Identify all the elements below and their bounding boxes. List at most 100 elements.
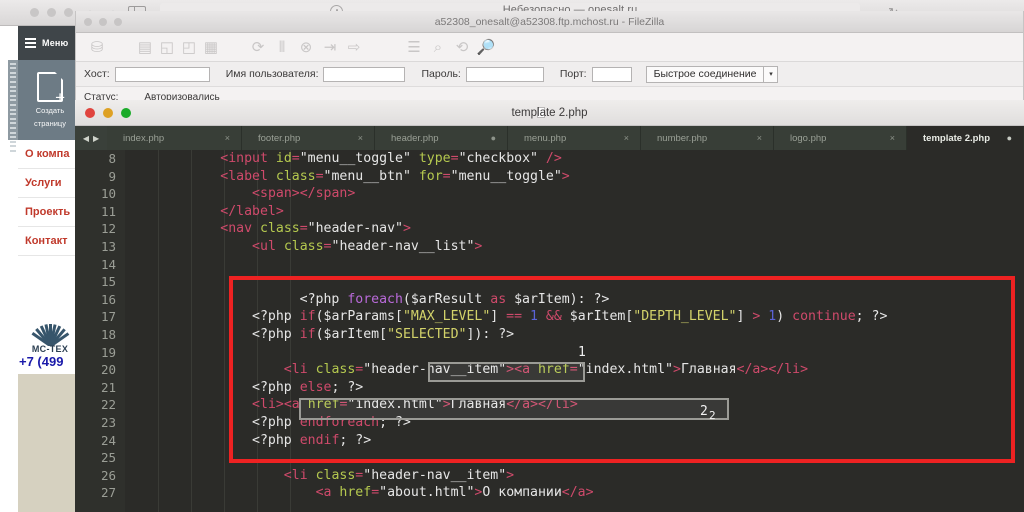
code-line[interactable]: <nav class="header-nav">	[125, 220, 1024, 238]
code-line[interactable]: <li><a href="index.html">Главная</a></li…	[125, 396, 1024, 414]
tab-scroll-right-icon[interactable]: ▶	[93, 134, 99, 143]
annotation-marker-1: 1	[578, 345, 586, 360]
search-remote-files-icon[interactable]: 🔎	[474, 40, 498, 55]
code-line[interactable]: <?php endforeach; ?>	[125, 414, 1024, 432]
sidebar-item-services[interactable]: Услуги	[18, 169, 82, 198]
screenshot-root: ‹ › Небезопасно — onesalt.ru ↻ Меню Созд…	[0, 0, 1024, 512]
refresh-icon[interactable]: ⟳	[246, 40, 270, 55]
editor-tab-bar: ◀ ▶ index.php × footer.php × header.php …	[75, 126, 1024, 150]
toggle-message-log-icon[interactable]: ▦	[200, 40, 222, 55]
editor-titlebar: template 2.php	[75, 100, 1024, 126]
close-icon[interactable]	[30, 8, 39, 17]
host-input[interactable]	[114, 66, 210, 82]
sidebar-item-projects[interactable]: Проекть	[18, 198, 82, 227]
site-phone[interactable]: +7 (499	[18, 354, 82, 374]
zoom-icon[interactable]	[64, 8, 73, 17]
process-queue-icon[interactable]: ⫴	[270, 40, 294, 55]
filezilla-quickconnect-bar: Хост: Имя пользователя: Пароль: Порт: Бы…	[76, 62, 1023, 87]
tab-label: header.php	[391, 132, 439, 144]
sidebar-item-contacts[interactable]: Контакт	[18, 227, 82, 256]
password-label: Пароль:	[421, 68, 461, 80]
disconnect-icon[interactable]: ⇥	[318, 40, 342, 55]
chevron-down-icon[interactable]: ▾	[764, 65, 779, 83]
code-line[interactable]	[125, 256, 1024, 274]
password-input[interactable]	[465, 66, 544, 82]
line-number-gutter: 8 9 10 11 12 13 14 15 16 17 18 19 20 21 22 23 24 25 26 27	[75, 150, 125, 512]
create-page-button[interactable]: Создать страницу	[18, 60, 82, 140]
code-line[interactable]: </label>	[125, 203, 1024, 221]
filezilla-title: a52308_onesalt@a52308.ftp.mchost.ru - Fi…	[434, 16, 665, 28]
code-line[interactable]	[125, 344, 1024, 362]
sidebar-rail	[8, 60, 18, 152]
cancel-icon[interactable]: ⊗	[294, 40, 318, 55]
code-line[interactable]: <?php else; ?>	[125, 379, 1024, 397]
username-label: Имя пользователя:	[225, 68, 319, 80]
tab-index-php[interactable]: index.php ×	[107, 126, 242, 150]
new-page-icon	[37, 71, 65, 106]
line-number: 17	[100, 309, 116, 325]
code-line[interactable]	[125, 273, 1024, 291]
code-editor-window: template 2.php ◀ ▶ index.php × footer.ph…	[75, 100, 1024, 512]
code-line[interactable]: <li class="header-nav__item">	[125, 467, 1024, 485]
code-line[interactable]: <a href="about.html">О компании</a>	[125, 484, 1024, 502]
close-icon[interactable]: ×	[757, 133, 762, 143]
tab-scroll-left-icon[interactable]: ◀	[83, 134, 89, 143]
line-number: 15	[100, 274, 116, 290]
tab-logo-php[interactable]: logo.php ×	[774, 126, 907, 150]
close-icon[interactable]: ×	[225, 133, 230, 143]
site-menu-button[interactable]: Меню	[18, 26, 82, 60]
minimize-icon[interactable]	[47, 8, 56, 17]
port-label: Порт:	[559, 68, 587, 80]
close-icon[interactable]: ×	[358, 133, 363, 143]
line-number: 14	[100, 256, 116, 272]
code-line[interactable]: <li class="header-nav__item"><a href="in…	[125, 361, 1024, 379]
sidebar-item-label: Проекть	[25, 206, 71, 218]
tab-scroll-buttons[interactable]: ◀ ▶	[75, 126, 107, 150]
compare-directories-icon[interactable]: ⌕	[426, 40, 450, 55]
code-line[interactable]: <?php endif; ?>	[125, 432, 1024, 450]
code-line[interactable]: <input id="menu__toggle" type="checkbox"…	[125, 150, 1024, 168]
safari-traffic-lights[interactable]	[30, 8, 73, 17]
code-content[interactable]: <input id="menu__toggle" type="checkbox"…	[125, 150, 1024, 512]
quick-connect-button[interactable]: Быстрое соединение	[645, 65, 765, 83]
toggle-local-tree-icon[interactable]: ▤	[134, 40, 156, 55]
code-line[interactable]: <ul class="header-nav__list">	[125, 238, 1024, 256]
tab-header-php[interactable]: header.php ●	[375, 126, 508, 150]
username-input[interactable]	[323, 66, 406, 82]
toggle-remote-tree-icon[interactable]: ◱	[156, 40, 178, 55]
line-number: 16	[100, 291, 116, 307]
code-line[interactable]: <label class="menu__btn" for="menu__togg…	[125, 168, 1024, 186]
hamburger-icon	[25, 38, 36, 48]
tab-footer-php[interactable]: footer.php ×	[242, 126, 375, 150]
close-icon[interactable]: ×	[624, 133, 629, 143]
code-line[interactable]: <?php if($arItem["SELECTED"]): ?>	[125, 326, 1024, 344]
reconnect-icon[interactable]: ⇨	[342, 40, 366, 55]
line-number: 25	[100, 450, 116, 466]
tab-template-2-php[interactable]: template 2.php ●	[907, 126, 1024, 150]
editor-body[interactable]: 8 9 10 11 12 13 14 15 16 17 18 19 20 21 22 23 24 25 26 27 <…	[75, 150, 1024, 512]
synchronized-browsing-icon[interactable]: ⟲	[450, 40, 474, 55]
site-manager-icon[interactable]: ⛁	[82, 40, 112, 55]
tab-number-php[interactable]: number.php ×	[641, 126, 774, 150]
unsaved-indicator-icon[interactable]: ●	[1007, 133, 1012, 143]
line-number: 11	[100, 203, 116, 219]
sidebar-item-label: О компа	[25, 148, 70, 160]
close-icon[interactable]: ×	[890, 133, 895, 143]
create-page-label-2: страницу	[34, 119, 66, 128]
code-line[interactable]	[125, 449, 1024, 467]
code-line[interactable]: <?php foreach($arResult as $arItem): ?>	[125, 291, 1024, 309]
tab-label: index.php	[123, 132, 165, 144]
tab-menu-php[interactable]: menu.php ×	[508, 126, 641, 150]
line-number: 10	[100, 186, 116, 202]
toggle-transfer-queue-icon[interactable]: ◰	[178, 40, 200, 55]
line-number: 12	[100, 221, 116, 237]
host-label: Хост:	[84, 68, 110, 80]
port-input[interactable]	[591, 66, 632, 82]
tab-label: number.php	[657, 132, 708, 144]
code-line[interactable]: <?php if($arParams["MAX_LEVEL"] == 1 && …	[125, 308, 1024, 326]
filter-icon[interactable]: ☰	[402, 40, 426, 55]
sidebar-item-about[interactable]: О компа	[18, 140, 82, 169]
unsaved-indicator-icon[interactable]: ●	[491, 133, 496, 143]
code-line[interactable]: <span></span>	[125, 185, 1024, 203]
logo-rays-icon	[26, 324, 74, 346]
